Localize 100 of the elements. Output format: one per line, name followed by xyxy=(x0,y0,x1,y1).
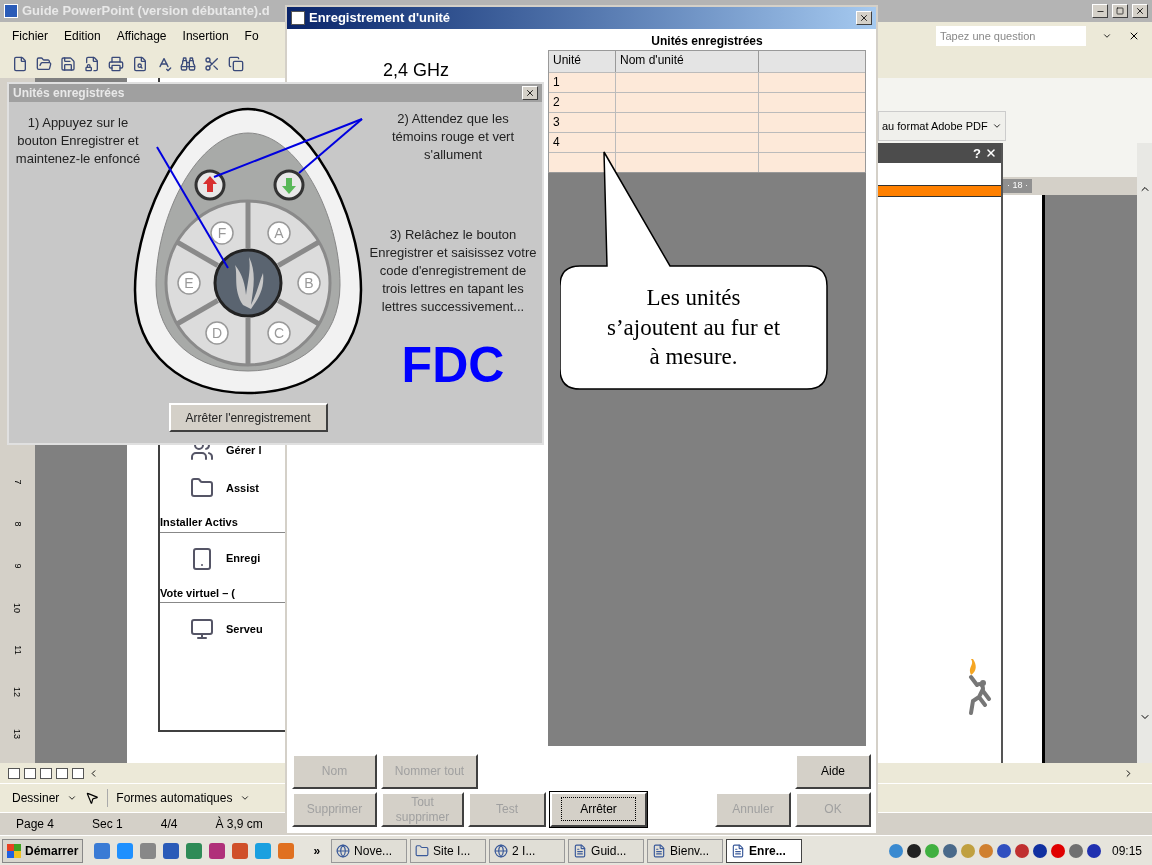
desktop-icon[interactable] xyxy=(94,842,111,859)
presentation-icon xyxy=(652,843,667,858)
ruler-number: 7 xyxy=(12,479,24,485)
app-icon xyxy=(731,843,746,858)
mail-icon[interactable] xyxy=(232,842,249,859)
ruler-label: · 18 · xyxy=(1003,179,1032,193)
tray-icon[interactable] xyxy=(996,843,1011,858)
key-letter: A xyxy=(274,225,284,241)
page-view-icon[interactable] xyxy=(40,767,52,779)
tray-icon[interactable] xyxy=(906,843,921,858)
pdf-button[interactable]: au format Adobe PDF xyxy=(878,111,1006,141)
menu-item[interactable]: Insertion xyxy=(182,27,229,45)
frequency-label: 2,4 GHz xyxy=(383,60,450,80)
window-title: Enregistrement d'unité xyxy=(309,9,451,28)
table-cell: 3 xyxy=(553,115,560,129)
web-view-icon[interactable] xyxy=(24,767,36,779)
taskbar-button[interactable]: Bienv... xyxy=(647,838,724,863)
instruction-text: 3) Relâchez le bouton Enregistrer et saisissez votre code d'enregistrement de trois lettres en tapant les lettres successivement... xyxy=(368,226,538,316)
tablet-icon xyxy=(190,546,214,571)
restore-icon xyxy=(1116,7,1124,15)
dialog-title: Unités enregistrées xyxy=(13,85,125,102)
pointer-icon[interactable] xyxy=(85,791,100,805)
instruction-text: 2) Attendez que les témoins rouge et vert s'allument xyxy=(390,110,516,164)
document-entry: Enregi xyxy=(226,551,261,567)
close-icon[interactable] xyxy=(985,147,997,159)
presentation-icon[interactable] xyxy=(209,842,226,859)
app-icon xyxy=(291,11,305,25)
tray-icon[interactable] xyxy=(1086,843,1101,858)
copy-icon[interactable] xyxy=(228,56,244,72)
document-icon[interactable] xyxy=(163,842,180,859)
clock: 09:15 xyxy=(1110,842,1143,860)
satellite-icon[interactable] xyxy=(140,842,157,859)
close-button[interactable] xyxy=(522,86,538,100)
spreadsheet-icon[interactable] xyxy=(186,842,203,859)
ruler-number: 11 xyxy=(12,645,24,655)
fox-icon[interactable] xyxy=(278,842,295,859)
taskbar-button[interactable]: Enre... xyxy=(726,838,803,863)
instruction-text: 1) Appuyez sur le bouton Enregistrer et maintenez-le enfoncé xyxy=(14,114,142,168)
close-icon[interactable] xyxy=(1128,30,1140,42)
menu-item[interactable]: Fichier xyxy=(12,27,48,45)
close-icon xyxy=(525,88,535,98)
ruler-number: 12 xyxy=(12,687,24,697)
ruler-number: 10 xyxy=(12,603,24,613)
menu-item[interactable]: Fo xyxy=(244,27,259,45)
globe-icon xyxy=(336,843,351,858)
dropdown-icon[interactable] xyxy=(1102,31,1112,41)
question-field[interactable]: Tapez une question xyxy=(936,26,1086,46)
document-entry: Gérer l xyxy=(226,442,262,458)
table-cell: 2 xyxy=(553,95,560,109)
folder-icon[interactable] xyxy=(36,56,52,72)
ruler-number: 13 xyxy=(12,729,24,739)
taskbar-button[interactable]: Site I... xyxy=(410,838,487,863)
document-entry: Assist xyxy=(226,480,260,496)
dialog-button[interactable]: Arrêter xyxy=(550,792,647,827)
close-button[interactable] xyxy=(856,11,872,25)
menu-item[interactable]: Affichage xyxy=(116,27,167,45)
key-letter: E xyxy=(184,275,194,291)
windows-flag-icon xyxy=(7,843,21,858)
printer-icon[interactable] xyxy=(108,56,124,72)
menu-item[interactable]: Formes automatiques xyxy=(107,789,233,807)
vertical-scrollbar[interactable] xyxy=(1137,143,1152,763)
table-title: Unités enregistrées xyxy=(650,33,764,50)
close-button[interactable] xyxy=(1132,4,1148,18)
cut-icon[interactable] xyxy=(204,56,220,72)
normal-view-icon[interactable] xyxy=(8,767,20,779)
minimize-button[interactable] xyxy=(1092,4,1108,18)
computer-icon xyxy=(190,617,214,641)
status-text: À 3,9 cm xyxy=(215,815,263,833)
menu-item[interactable]: Dessiner xyxy=(12,789,60,807)
folder-icon xyxy=(415,843,430,858)
start-button[interactable]: Démarrer xyxy=(2,838,84,863)
save-icon[interactable] xyxy=(60,56,76,72)
ruler-number: 8 xyxy=(12,521,24,527)
taskbar-button[interactable]: 2 I... xyxy=(489,838,566,863)
browser-icon[interactable] xyxy=(117,842,134,859)
document-entry: Serveu xyxy=(226,621,263,637)
overflow-chevron[interactable]: » xyxy=(305,841,329,860)
key-letter: D xyxy=(211,325,223,341)
folder-icon xyxy=(190,476,214,500)
dialog-button[interactable]: Aide xyxy=(795,754,871,789)
file-lock-icon[interactable] xyxy=(84,56,100,72)
outline-view-icon[interactable] xyxy=(56,767,68,779)
reading-view-icon[interactable] xyxy=(72,767,84,779)
spellcheck-icon[interactable] xyxy=(156,56,172,72)
key-letter: C xyxy=(273,325,285,341)
status-text: Sec 1 xyxy=(92,816,123,833)
dropdown-icon xyxy=(991,121,1002,131)
restore-button[interactable] xyxy=(1112,4,1128,18)
callout-text: Les unités s’ajoutent au fur et à mesure. xyxy=(606,283,781,372)
tray-icon[interactable] xyxy=(1032,843,1047,858)
print-preview-icon[interactable] xyxy=(132,56,148,72)
new-file-icon[interactable] xyxy=(12,56,28,72)
stop-recording-button[interactable]: Arrêter l'enregistrement xyxy=(168,403,328,432)
taskbar-button[interactable]: Guid... xyxy=(568,838,645,863)
binoculars-icon[interactable] xyxy=(180,56,196,72)
taskbar-button[interactable]: Nove... xyxy=(331,838,408,863)
browser-icon xyxy=(494,843,509,858)
menu-item[interactable]: Edition xyxy=(64,27,101,45)
help-button[interactable]: ? xyxy=(973,146,981,160)
registration-code: FDC xyxy=(401,340,505,390)
